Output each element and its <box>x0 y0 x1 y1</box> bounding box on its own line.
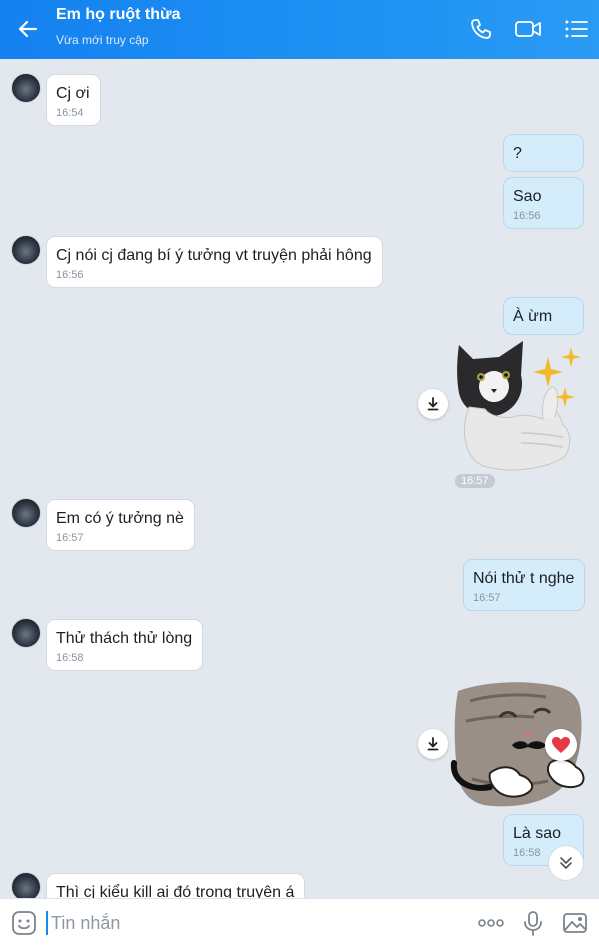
thumbs-up-cat-sticker[interactable] <box>451 337 586 472</box>
scroll-to-bottom-button[interactable] <box>548 845 584 881</box>
message-text: À ừm <box>513 308 553 325</box>
message-bubble-received[interactable]: Cj nói cj đang bí ý tưởng vt truyện phải… <box>46 236 383 288</box>
phone-call-icon[interactable] <box>466 14 496 44</box>
message-text: Nói thử t nghe <box>473 570 575 587</box>
message-text: ? <box>513 145 522 162</box>
message-bubble-received[interactable]: Em có ý tưởng nè 16:57 <box>46 499 195 551</box>
message-text: Là sao <box>513 825 562 842</box>
message-time: 16:56 <box>513 210 541 222</box>
message-bubble-sent[interactable]: Nói thử t nghe 16:57 <box>463 559 586 611</box>
download-icon <box>427 397 439 411</box>
message-text: Cj nói cj đang bí ý tưởng vt truyện phải… <box>56 247 372 264</box>
message-time: 16:56 <box>56 269 84 281</box>
message-time: 16:57 <box>56 532 84 544</box>
video-call-icon[interactable] <box>513 14 543 44</box>
contact-name[interactable]: Em họ ruột thừa <box>56 6 180 24</box>
avatar[interactable] <box>11 73 41 103</box>
avatar[interactable] <box>11 618 41 648</box>
more-options-icon[interactable] <box>477 909 505 937</box>
message-text: Thì cj kiểu kill ai đó trong truyện á <box>56 884 295 898</box>
microphone-icon[interactable] <box>519 909 547 937</box>
contact-status: Vừa mới truy cập <box>56 33 149 47</box>
double-chevron-down-icon <box>560 857 572 869</box>
message-text: Cj ơi <box>56 85 90 102</box>
avatar[interactable] <box>11 498 41 528</box>
message-bubble-received[interactable]: Thì cj kiểu kill ai đó trong truyện á <box>46 873 306 898</box>
message-time: 16:58 <box>56 652 84 664</box>
download-icon <box>427 737 439 751</box>
avatar[interactable] <box>11 872 41 898</box>
image-gallery-icon[interactable] <box>561 909 589 937</box>
message-time: 16:57 <box>473 592 501 604</box>
message-text: Em có ý tưởng nè <box>56 510 184 527</box>
heart-icon <box>552 737 570 753</box>
back-arrow-icon[interactable] <box>14 15 42 43</box>
download-button[interactable] <box>418 389 448 419</box>
download-button[interactable] <box>418 729 448 759</box>
message-time: 16:54 <box>56 107 84 119</box>
message-bubble-sent[interactable]: Sao 16:56 <box>503 177 584 229</box>
message-bubble-received[interactable]: Thử thách thử lòng 16:58 <box>46 619 204 671</box>
message-input[interactable] <box>46 911 446 935</box>
message-list[interactable]: Cj ơi 16:54 ? Sao 16:56 Cj nói cj đang b… <box>0 59 599 898</box>
message-bubble-sent[interactable]: ? <box>503 134 584 172</box>
sticker-time: 16:57 <box>455 474 495 488</box>
message-composer <box>0 898 599 946</box>
avatar[interactable] <box>11 235 41 265</box>
message-bubble-sent[interactable]: À ừm <box>503 297 584 335</box>
message-text: Sao <box>513 188 542 205</box>
menu-list-icon[interactable] <box>562 14 592 44</box>
message-bubble-received[interactable]: Cj ơi 16:54 <box>46 74 101 126</box>
chat-header: Em họ ruột thừa Vừa mới truy cập <box>0 0 599 59</box>
reaction-badge[interactable] <box>545 729 577 761</box>
emoji-sticker-icon[interactable] <box>10 909 38 937</box>
message-text: Thử thách thử lòng <box>56 630 193 647</box>
